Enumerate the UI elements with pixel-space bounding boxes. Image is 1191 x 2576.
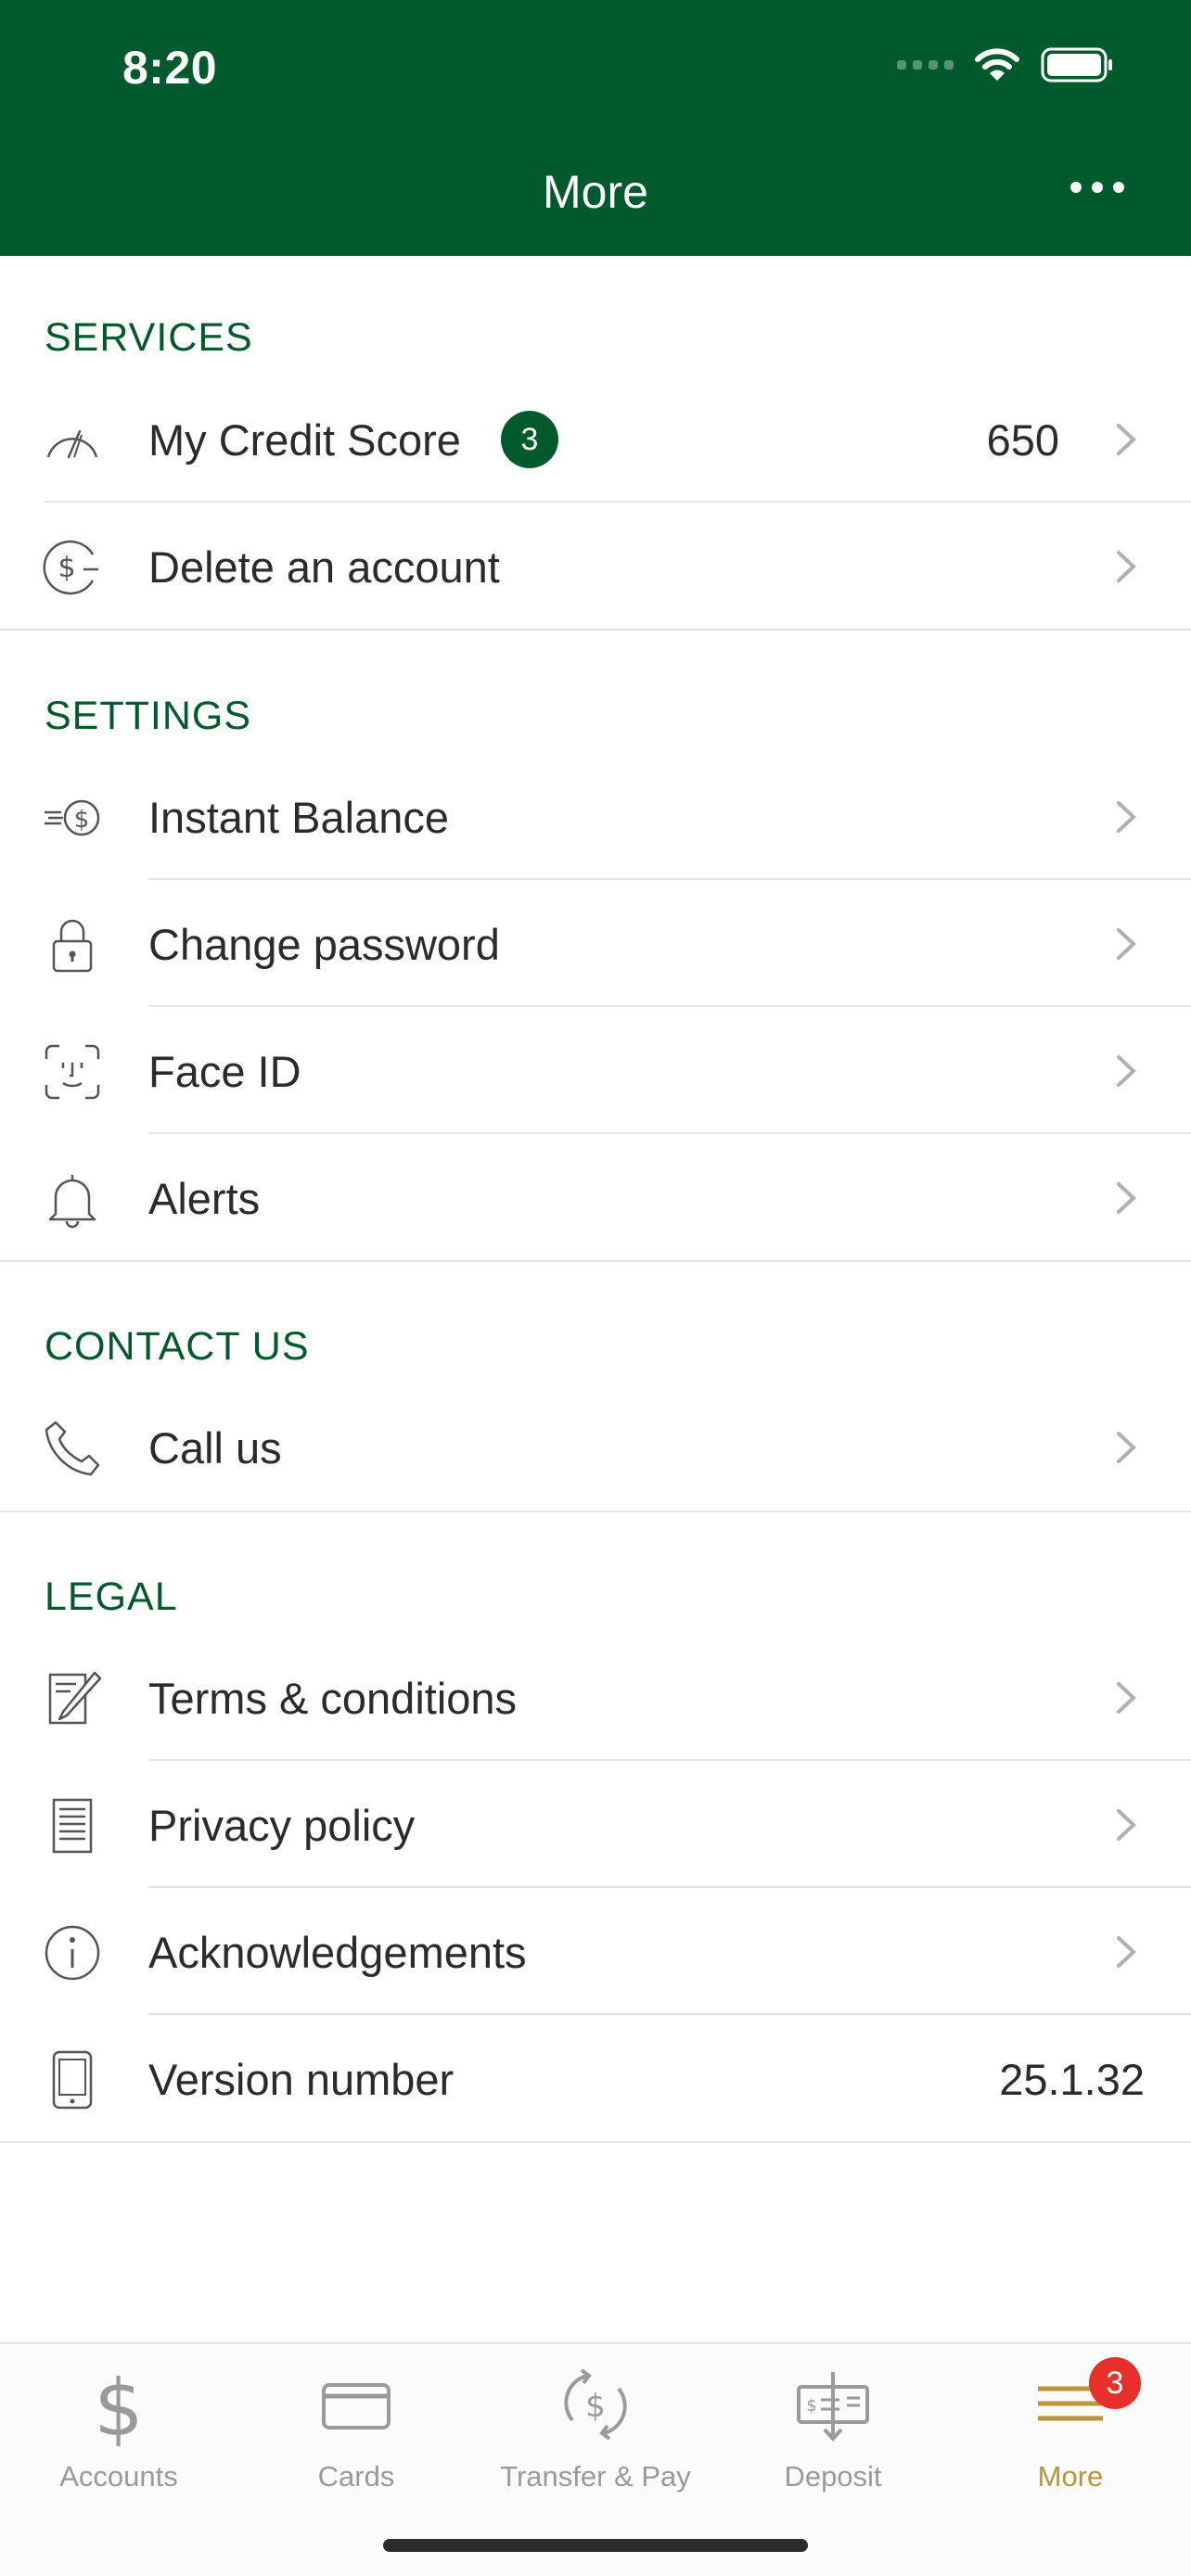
tab-label: Cards <box>317 2460 395 2493</box>
menu-item-face-id[interactable]: Face ID <box>0 1007 1191 1134</box>
menu-item-version-number: Version number 25.1.32 <box>0 2015 1191 2142</box>
transfer-icon: $ <box>554 2363 637 2446</box>
tab-more[interactable]: 3 More <box>952 2344 1189 2511</box>
tab-accounts[interactable]: $ Accounts <box>0 2344 237 2511</box>
section-separator <box>0 1511 1191 1512</box>
menu-item-label: Terms & conditions <box>148 1674 518 1723</box>
battery-icon <box>1041 47 1112 83</box>
menu-item-credit-score[interactable]: My Credit Score 3 650 <box>0 376 1191 503</box>
tab-deposit[interactable]: $ Deposit <box>714 2344 952 2511</box>
section-title-settings: SETTINGS <box>45 694 252 738</box>
menu-item-change-password[interactable]: Change password <box>0 880 1191 1007</box>
section-title-services: SERVICES <box>45 315 253 360</box>
menu-item-call-us[interactable]: Call us <box>0 1384 1191 1511</box>
check-deposit-icon: $ <box>791 2363 875 2446</box>
notification-badge: 3 <box>1089 2357 1141 2409</box>
menu-item-privacy-policy[interactable]: Privacy policy <box>0 1761 1191 1888</box>
document-pen-icon <box>43 1669 102 1728</box>
wifi-icon <box>975 48 1019 81</box>
tab-label: More <box>1037 2460 1104 2493</box>
menu-item-acknowledgements[interactable]: Acknowledgements <box>0 1888 1191 2015</box>
section-title-legal: LEGAL <box>45 1575 178 1619</box>
chevron-right-icon <box>1117 551 1136 582</box>
more-options-icon[interactable] <box>1070 182 1124 193</box>
menu-item-terms[interactable]: Terms & conditions <box>0 1634 1191 1761</box>
menu-item-label: Acknowledgements <box>148 1928 527 1977</box>
dollar-sign-icon: $ <box>77 2363 160 2446</box>
chevron-right-icon <box>1117 801 1136 833</box>
chevron-right-icon <box>1117 1682 1136 1714</box>
lock-icon <box>43 915 102 975</box>
chevron-right-icon <box>1117 928 1136 960</box>
chevron-right-icon <box>1117 1432 1136 1463</box>
page-title: More <box>543 166 648 218</box>
credit-score-value: 650 <box>986 415 1059 465</box>
home-indicator[interactable] <box>383 2539 808 2552</box>
svg-text:$: $ <box>585 2388 606 2425</box>
svg-text:$: $ <box>94 2363 143 2446</box>
section-separator <box>0 629 1191 631</box>
section-title-contact: CONTACT US <box>45 1324 310 1369</box>
menu-item-label: Version number <box>148 2055 455 2104</box>
menu-item-delete-account[interactable]: $ Delete an account <box>0 503 1191 630</box>
fast-dollar-icon: $ <box>43 788 102 848</box>
info-icon <box>43 1923 102 1983</box>
svg-text:$: $ <box>806 2396 816 2416</box>
menu-item-alerts[interactable]: Alerts <box>0 1134 1191 1261</box>
tab-cards[interactable]: Cards <box>237 2344 475 2511</box>
phone-device-icon <box>43 2050 102 2110</box>
chevron-right-icon <box>1117 1055 1136 1087</box>
bell-icon <box>43 1169 102 1229</box>
tab-transfer-pay[interactable]: $ Transfer & Pay <box>477 2344 714 2511</box>
menu-item-label: Alerts <box>148 1174 261 1223</box>
chevron-right-icon <box>1117 424 1136 455</box>
face-id-icon <box>43 1042 102 1102</box>
section-separator <box>0 1260 1191 1262</box>
menu-item-label: Delete an account <box>148 542 500 592</box>
section-separator <box>0 2141 1191 2143</box>
menu-item-label: My Credit Score <box>148 415 461 465</box>
menu-item-label: Face ID <box>148 1047 301 1096</box>
tab-label: Transfer & Pay <box>500 2460 691 2493</box>
credit-score-badge: 3 <box>501 411 558 468</box>
version-value: 25.1.32 <box>999 2055 1145 2104</box>
status-icons <box>897 46 1115 83</box>
menu-item-label: Call us <box>148 1423 282 1473</box>
svg-text:$: $ <box>74 806 90 834</box>
tab-label: Accounts <box>59 2460 178 2493</box>
chevron-right-icon <box>1117 1936 1136 1968</box>
chevron-right-icon <box>1117 1809 1136 1841</box>
cellular-signal-icon <box>897 60 954 70</box>
card-icon <box>314 2363 398 2446</box>
phone-icon <box>43 1419 102 1478</box>
status-time: 8:20 <box>122 42 218 94</box>
app-header: 8:20 More <box>0 0 1191 256</box>
menu-item-label: Change password <box>148 920 500 969</box>
gauge-icon <box>43 411 102 470</box>
chevron-right-icon <box>1117 1182 1136 1214</box>
tab-label: Deposit <box>784 2460 882 2493</box>
menu-item-label: Privacy policy <box>148 1801 416 1850</box>
menu-item-label: Instant Balance <box>148 793 449 842</box>
svg-text:$: $ <box>58 552 75 584</box>
dollar-minus-icon: $ <box>43 538 102 597</box>
document-lines-icon <box>43 1796 102 1855</box>
menu-item-instant-balance[interactable]: $ Instant Balance <box>0 753 1191 880</box>
